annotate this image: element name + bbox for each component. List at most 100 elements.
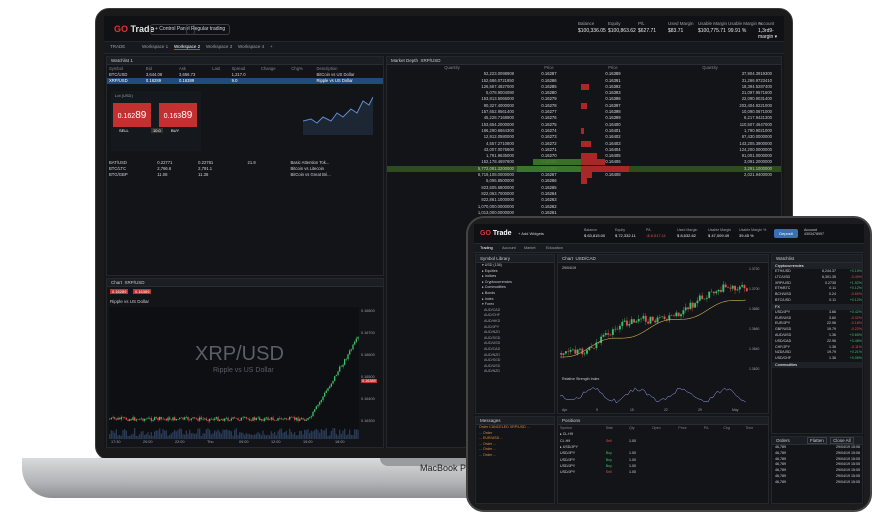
watchlist-title[interactable]: Watchlist 1	[107, 57, 383, 65]
candle-body	[320, 400, 322, 403]
order-row[interactable]: 46,789 29/04/19 15:05	[772, 480, 862, 486]
account-stat[interactable]: Account 1,3rd9-margin ▾	[758, 21, 784, 40]
candle-body	[567, 351, 570, 352]
candle-body	[310, 416, 312, 418]
candle-body	[237, 418, 239, 420]
candle-body	[675, 312, 678, 317]
bid-volume-bar	[517, 165, 581, 172]
workspace-tab[interactable]: Workspace 3	[206, 44, 232, 49]
volume-bar	[275, 435, 277, 439]
volume-bar	[310, 430, 312, 439]
watchlist-row[interactable]: BTG/GBP 11.08 11.36 BitCoin vs Great Bri...	[107, 172, 383, 178]
position-row[interactable]: USD/JPY Sell 1.00	[558, 469, 768, 475]
volume-bar	[219, 431, 221, 439]
deposit-button[interactable]: Deposit	[774, 229, 798, 238]
volume-bar	[132, 433, 134, 439]
volume-bar	[295, 435, 297, 439]
volume-bar	[142, 431, 144, 439]
candlestick-chart	[109, 336, 359, 439]
tablet-watchlist-row[interactable]: BTC/USD 0.11 +0.12%	[772, 298, 862, 304]
symbol-list: ▾ USD (136) ▸ Equities ▸ Indices ▸ Cryptocu…	[476, 263, 554, 375]
candle-body	[350, 349, 352, 351]
volume-bar	[217, 429, 219, 439]
tablet-tab[interactable]: Trading	[480, 246, 493, 250]
market-depth-header: Market Depth XRP/USD	[387, 57, 781, 65]
position-cell: 1.00	[628, 470, 636, 475]
quote-widget: Lot (USD) 0.16289 0.16389 SELL 10.0 BUY	[111, 91, 201, 151]
volume-bar	[354, 429, 356, 439]
watchlist-row[interactable]: XRP/USD 0.16289 0.16389 9.0 Ripple vs US Dol…	[107, 77, 383, 84]
volume-bar	[314, 429, 316, 439]
trading-mode-select[interactable]: Regular trading	[186, 24, 231, 35]
tablet-watchlist-row[interactable]: USD/CHF 1.36 +0.05%	[772, 356, 862, 362]
tablet-tab[interactable]: Education	[546, 246, 563, 250]
candle-body	[300, 418, 302, 420]
time-tick: May	[732, 408, 739, 412]
time-tick: 22:00	[175, 440, 185, 444]
price-axis: 0.16800 0.16700 0.16600 0.16500 0.16400 0.163…	[361, 309, 385, 439]
add-widgets-button[interactable]: + Add Widgets	[518, 231, 544, 236]
workspace-tab[interactable]: Workspace 2	[174, 44, 201, 50]
watchlist-row[interactable]: BTC/USD 3,644.08 3,656.73 1,217.0 BitCoin vs…	[107, 71, 383, 77]
sell-button[interactable]: 0.16289	[113, 103, 151, 127]
candle-body	[264, 418, 266, 421]
workspace-tab[interactable]: +	[270, 44, 273, 49]
tablet-tab[interactable]: Account	[502, 246, 516, 250]
symbol-library-item[interactable]: AUD/NZD	[476, 369, 554, 375]
account-stat-value: $100,336.05	[578, 28, 606, 34]
volume-bar	[297, 435, 299, 439]
watchlist-symbol: USD/CHF	[775, 356, 791, 361]
flatten-button[interactable]: Flatten	[807, 437, 827, 444]
candle-body	[324, 392, 326, 397]
candle-body	[663, 316, 666, 320]
volume-bar	[162, 428, 164, 439]
close-all-button[interactable]: Close All	[830, 437, 854, 444]
candle-body	[160, 417, 162, 419]
candle-body	[119, 417, 121, 420]
candle-body	[576, 349, 579, 354]
buy-button[interactable]: 0.16389	[159, 103, 197, 127]
candle-body	[349, 350, 351, 355]
candle-body	[109, 418, 111, 420]
candle-body	[354, 341, 356, 345]
tablet-tab[interactable]: Market	[524, 246, 536, 250]
workspace-tab[interactable]: Workspace 4	[238, 44, 264, 49]
candle-body	[661, 316, 664, 318]
volume-bar	[154, 431, 156, 439]
candle-body	[207, 420, 209, 421]
chart-buy-mini[interactable]: 0.16389	[133, 289, 152, 294]
volume-bar	[300, 430, 302, 439]
candle-body	[710, 291, 713, 293]
time-tick: 29	[698, 408, 702, 412]
volume-bar	[239, 432, 241, 439]
candle-body	[302, 418, 304, 420]
workspace-tab[interactable]: TRADE	[110, 44, 125, 49]
candle-body	[130, 419, 132, 421]
candle-body	[640, 318, 643, 320]
volume-bar	[337, 435, 339, 439]
candle-body	[235, 418, 237, 419]
volume-bar	[185, 430, 187, 439]
volume-bar	[334, 428, 336, 439]
account-stat: Balance $100,336.05	[578, 21, 606, 34]
messages-title: Messages	[476, 417, 554, 425]
account-id[interactable]: Account 4303478997	[804, 228, 824, 236]
volume-bar	[139, 434, 141, 439]
candle-body	[647, 321, 650, 324]
volume-bar	[189, 429, 191, 439]
time-tick: Apr	[562, 408, 568, 412]
chart-sell-mini[interactable]: 0.16289	[110, 289, 129, 294]
candle-body	[720, 289, 722, 292]
message-item[interactable]: ... Order ...	[476, 453, 554, 459]
volume-bar	[229, 430, 231, 439]
volume-bar	[119, 434, 121, 439]
candle-body	[684, 307, 687, 311]
candle-body	[334, 376, 336, 381]
candle-body	[215, 417, 217, 419]
tablet-candlestick-chart[interactable]	[560, 265, 748, 375]
workspace-tab[interactable]: Workspace 1	[142, 44, 168, 49]
candle-body	[190, 418, 192, 420]
tablet-account-stat: P/L -$ 8,517.11	[646, 228, 666, 238]
sell-label: SELL	[119, 128, 129, 133]
chart-canvas[interactable]: XRP/USD Ripple vs US Dollar	[109, 307, 359, 439]
